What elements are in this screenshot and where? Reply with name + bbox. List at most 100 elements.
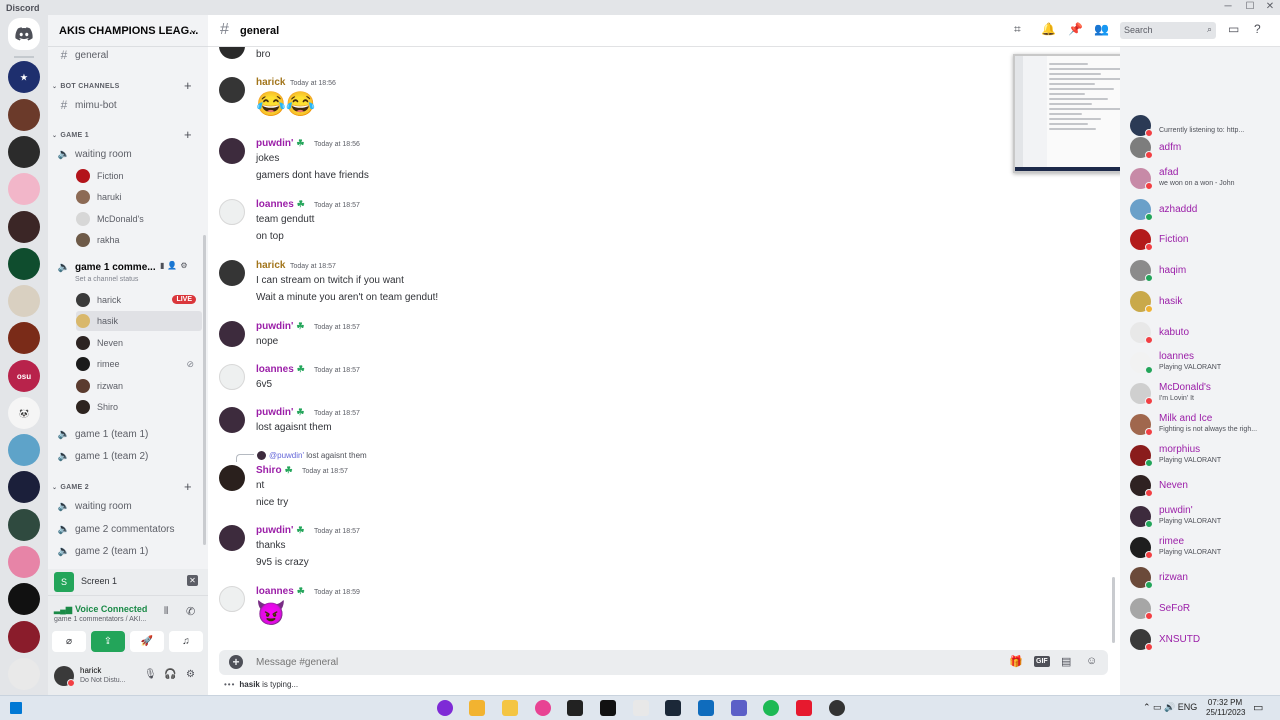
server-icon[interactable] [8,583,40,615]
share-screen-button[interactable]: ⇪ [91,631,125,652]
disconnect-icon[interactable]: ✆ [186,605,195,618]
help-icon[interactable]: ? [1254,22,1261,36]
member-item[interactable]: haqim [1130,258,1280,284]
member-item[interactable]: rimee Playing VALORANT [1130,535,1280,561]
avatar[interactable] [219,199,245,225]
member-item[interactable]: rizwan [1130,565,1280,591]
server-icon[interactable] [8,322,40,354]
reply-preview[interactable]: @puwdin' lost agaisnt them [269,451,367,460]
voice-user[interactable]: harick LIVE [76,290,202,310]
server-icon[interactable] [8,471,40,503]
author-name[interactable]: puwdin' ☘ [256,407,304,418]
avatar[interactable] [219,586,245,612]
voice-user[interactable]: rizwan [76,376,202,396]
clock[interactable]: 07:32 PM 25/11/2023 [1206,698,1245,718]
camera-off-button[interactable]: ⌀ [52,631,86,652]
member-item[interactable]: afad we won on a won - John [1130,166,1280,192]
member-item[interactable]: Milk and Ice Fighting is not always the r… [1130,412,1280,438]
screen-share-panel[interactable]: S Screen 1 ✕ [48,569,208,595]
soundboard-button[interactable]: ♫ [169,631,203,652]
member-item[interactable]: McDonald's I'm Lovin' It [1130,381,1280,407]
avatar[interactable] [219,138,245,164]
server-icon[interactable]: osu [8,360,40,392]
threads-icon[interactable]: ⌗ [1014,22,1021,37]
member-item[interactable]: adfm [1130,135,1280,161]
voice-user[interactable]: haruki [76,187,202,207]
close-icon[interactable]: ✕ [187,575,198,586]
voice-user[interactable]: Neven [76,333,202,353]
attach-plus-icon[interactable]: + [229,655,243,669]
taskbar-app-icon[interactable] [437,700,453,716]
taskbar-app-icon[interactable] [469,700,485,716]
avatar[interactable] [219,364,245,390]
voice-channel-team-1[interactable]: 🔈 game 1 (team 1) [56,424,202,444]
author-name[interactable]: loannes ☘ [256,586,305,597]
notification-icon[interactable]: ▭ [1253,701,1263,714]
voice-user[interactable]: rimee ⊘ [76,354,202,374]
voice-channel-game-2-commentators[interactable]: 🔈 game 2 commentators [56,519,202,539]
server-icon[interactable] [8,509,40,541]
add-channel-icon[interactable]: + [184,479,192,494]
bell-icon[interactable]: 🔔 [1041,22,1056,36]
sidebar-scrollbar[interactable] [203,235,206,545]
author-name[interactable]: loannes ☘ [256,364,305,375]
author-name[interactable]: loannes ☘ [256,199,305,210]
voice-channel-waiting-room[interactable]: 🔈 waiting room [56,144,202,164]
member-item[interactable]: morphius Playing VALORANT [1130,443,1280,469]
file-explorer-icon[interactable] [502,700,518,716]
voice-user[interactable]: hasik [76,311,202,331]
server-icon[interactable] [8,285,40,317]
server-icon[interactable] [8,621,40,653]
noise-suppression-icon[interactable]: ⫴ [164,606,168,617]
message-scrollbar[interactable] [1112,577,1115,643]
avatar[interactable] [219,525,245,551]
inbox-icon[interactable]: ▭ [1228,22,1239,36]
voice-channel-game-2-team-1[interactable]: 🔈 game 2 (team 1) [56,541,202,561]
channel-mimu-bot[interactable]: # mimu-bot [56,95,202,115]
voice-user[interactable]: Shiro [76,397,202,417]
server-icon[interactable] [8,99,40,131]
server-icon-champions-league[interactable]: ★ [8,61,40,93]
server-icon-panda[interactable]: 🐼 [8,397,40,429]
member-item[interactable]: Fiction [1130,227,1280,253]
members-icon[interactable]: 👥 [1094,22,1109,36]
taskbar-app-icon[interactable] [567,700,583,716]
member-item[interactable]: XNSUTD [1130,627,1280,653]
mic-icon[interactable]: 🎙 [144,669,157,680]
member-item[interactable]: puwdin' Playing VALORANT [1130,504,1280,530]
add-channel-icon[interactable]: + [184,127,192,142]
avatar[interactable] [219,260,245,286]
set-channel-status[interactable]: Set a channel status [75,276,138,283]
gif-icon[interactable]: GIF [1034,656,1050,667]
discord-logo-icon[interactable] [8,18,40,50]
gear-icon[interactable]: ⚙ [186,669,195,680]
close-icon[interactable]: ✕ [1260,1,1280,12]
avatar[interactable] [219,77,245,103]
windows-start-icon[interactable] [10,702,22,714]
sticker-icon[interactable]: ▤ [1061,655,1071,668]
voice-user[interactable]: Fiction [76,166,202,186]
taskbar-app-icon[interactable] [633,700,649,716]
channel-action-icons[interactable]: ▮👤⚙ [160,261,191,270]
member-item[interactable]: Neven [1130,473,1280,499]
add-channel-icon[interactable]: + [184,78,192,93]
gift-icon[interactable]: 🎁 [1009,655,1023,668]
chevron-down-icon[interactable]: ⌄ [189,23,198,36]
server-icon[interactable] [8,173,40,205]
author-name[interactable]: puwdin' ☘ [256,138,304,149]
member-item[interactable]: kabuto [1130,320,1280,346]
voice-channel-team-2[interactable]: 🔈 game 1 (team 2) [56,446,202,466]
author-name[interactable]: harick [256,260,285,271]
server-icon[interactable] [8,658,40,690]
server-icon[interactable] [8,211,40,243]
member-item[interactable]: SeFoR [1130,596,1280,622]
outlook-icon[interactable] [698,700,714,716]
avatar[interactable] [219,465,245,491]
author-name[interactable]: puwdin' ☘ [256,321,304,332]
server-icon[interactable] [8,248,40,280]
author-name[interactable]: puwdin' ☘ [256,525,304,536]
author-name[interactable]: harick [256,77,285,88]
category-game-2[interactable]: ⌄ GAME 2 [52,484,89,491]
taskbar-app-icon[interactable] [796,700,812,716]
category-game-1[interactable]: ⌄ GAME 1 [52,132,89,139]
